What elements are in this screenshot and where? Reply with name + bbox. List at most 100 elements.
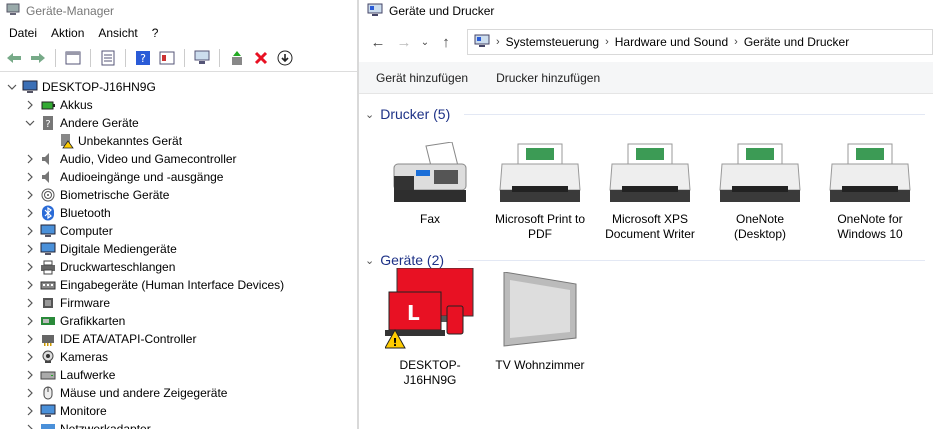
breadcrumb-hardware-sound[interactable]: Hardware und Sound <box>615 35 728 49</box>
tv-item[interactable]: TV Wohnzimmer <box>485 272 595 388</box>
tree-item[interactable]: DESKTOP-J16HN9G <box>0 78 358 96</box>
chevron-right-icon[interactable] <box>24 189 36 201</box>
back-arrow-icon[interactable] <box>4 48 24 68</box>
chevron-right-icon[interactable] <box>24 405 36 417</box>
chevron-right-icon[interactable]: › <box>734 36 738 48</box>
device-manager-window: Geräte-Manager Datei Aktion Ansicht ? ? … <box>0 0 358 429</box>
menu-datei[interactable]: Datei <box>2 26 44 40</box>
chip-icon <box>40 295 56 311</box>
printer-icon <box>705 126 815 204</box>
computer-item[interactable]: L! DESKTOP-J16HN9G <box>375 268 485 388</box>
toolbar-separator <box>55 48 56 67</box>
tree-item[interactable]: Eingabegeräte (Human Interface Devices) <box>0 276 358 294</box>
fingerprint-icon <box>40 187 56 203</box>
chevron-right-icon[interactable] <box>24 369 36 381</box>
unknown-device-icon: ? <box>40 115 56 131</box>
chevron-right-icon[interactable] <box>24 297 36 309</box>
breadcrumb-geraete-drucker[interactable]: Geräte und Drucker <box>744 35 849 49</box>
tree-item[interactable]: Computer <box>0 222 358 240</box>
network-icon <box>40 421 56 429</box>
camera-icon <box>40 349 56 365</box>
toolbar-separator <box>125 48 126 67</box>
chevron-right-icon[interactable]: › <box>605 36 609 48</box>
battery-icon <box>40 97 56 113</box>
svg-text:?: ? <box>45 119 50 130</box>
back-button[interactable]: ← <box>367 31 389 53</box>
chevron-down-icon[interactable] <box>6 81 18 93</box>
chevron-right-icon[interactable] <box>24 351 36 363</box>
tree-item-label: Laufwerke <box>60 368 116 382</box>
menu-help[interactable]: ? <box>145 26 166 40</box>
menu-ansicht[interactable]: Ansicht <box>91 26 144 40</box>
printer-item[interactable]: Microsoft XPS Document Writer <box>595 126 705 242</box>
scan-hardware-icon[interactable] <box>192 48 212 68</box>
download-circle-icon[interactable] <box>275 48 295 68</box>
uninstall-x-icon[interactable] <box>251 48 271 68</box>
tree-item[interactable]: Grafikkarten <box>0 312 358 330</box>
printer-label: Microsoft Print to PDF <box>494 212 586 241</box>
tree-item[interactable]: Audioeingänge und -ausgänge <box>0 168 358 186</box>
toolbar-separator <box>219 48 220 67</box>
tree-item[interactable]: Firmware <box>0 294 358 312</box>
device-manager-icon <box>6 3 20 20</box>
help-icon[interactable]: ? <box>133 48 153 68</box>
address-bar[interactable]: › Systemsteuerung › Hardware und Sound ›… <box>467 29 933 55</box>
tree-item[interactable]: ? Andere Geräte <box>0 114 358 132</box>
dm-toolbar: ? <box>0 44 358 72</box>
chevron-right-icon[interactable] <box>24 243 36 255</box>
tree-item[interactable]: Netzwerkadapter <box>0 420 358 429</box>
recent-locations-button[interactable]: ⌄ <box>419 31 431 53</box>
tree-item[interactable]: Monitore <box>0 402 358 420</box>
add-printer-button[interactable]: Drucker hinzufügen <box>489 71 607 85</box>
printer-icon <box>40 259 56 275</box>
svg-text:?: ? <box>140 52 146 65</box>
tree-item[interactable]: Unbekanntes Gerät <box>0 132 358 150</box>
forward-arrow-icon[interactable] <box>28 48 48 68</box>
tree-item-label: Andere Geräte <box>60 116 139 130</box>
tree-item[interactable]: Akkus <box>0 96 358 114</box>
printer-item[interactable]: Microsoft Print to PDF <box>485 126 595 242</box>
tree-item[interactable]: Audio, Video und Gamecontroller <box>0 150 358 168</box>
tree-item[interactable]: Biometrische Geräte <box>0 186 358 204</box>
tree-item-label: Unbekanntes Gerät <box>78 134 183 148</box>
tree-item[interactable]: Digitale Mediengeräte <box>0 240 358 258</box>
chevron-right-icon[interactable]: › <box>496 36 500 48</box>
chevron-right-icon[interactable] <box>24 99 36 111</box>
tree-item[interactable]: Druckwarteschlangen <box>0 258 358 276</box>
chevron-down-icon[interactable] <box>24 117 36 129</box>
tree-item[interactable]: Mäuse und andere Zeigegeräte <box>0 384 358 402</box>
add-device-button[interactable]: Gerät hinzufügen <box>369 71 475 85</box>
chevron-right-icon[interactable] <box>24 261 36 273</box>
printer-item[interactable]: OneNote for Windows 10 <box>815 126 925 242</box>
tree-item[interactable]: Kameras <box>0 348 358 366</box>
chevron-right-icon[interactable] <box>24 387 36 399</box>
update-driver-icon[interactable] <box>227 48 247 68</box>
chevron-right-icon[interactable] <box>24 225 36 237</box>
fax-item[interactable]: Fax <box>375 126 485 242</box>
group-divider <box>458 259 925 261</box>
tree-view-icon[interactable] <box>63 48 83 68</box>
tv-label: TV Wohnzimmer <box>495 358 585 372</box>
tree-item[interactable]: Laufwerke <box>0 366 358 384</box>
forward-button[interactable]: → <box>393 31 415 53</box>
chevron-right-icon[interactable] <box>24 315 36 327</box>
chevron-right-icon[interactable] <box>24 207 36 219</box>
navigation-bar: ← → ⌄ ↑ › Systemsteuerung › Hardware und… <box>359 22 933 62</box>
up-button[interactable]: ↑ <box>435 31 457 53</box>
tree-item[interactable]: Bluetooth <box>0 204 358 222</box>
view-details-icon[interactable] <box>157 48 177 68</box>
printer-item[interactable]: OneNote (Desktop) <box>705 126 815 242</box>
monitor-icon <box>40 241 56 257</box>
printers-group-header[interactable]: ⌄ Drucker (5) <box>359 102 933 126</box>
chevron-right-icon[interactable] <box>24 171 36 183</box>
tree-item[interactable]: IDE ATA/ATAPI-Controller <box>0 330 358 348</box>
chevron-right-icon[interactable] <box>24 333 36 345</box>
gd-title-bar: Geräte und Drucker <box>359 0 933 22</box>
chevron-right-icon[interactable] <box>24 423 36 429</box>
properties-icon[interactable] <box>98 48 118 68</box>
breadcrumb-systemsteuerung[interactable]: Systemsteuerung <box>506 35 599 49</box>
menu-aktion[interactable]: Aktion <box>44 26 91 40</box>
chevron-right-icon[interactable] <box>24 153 36 165</box>
chevron-down-icon: ⌄ <box>420 36 430 48</box>
chevron-right-icon[interactable] <box>24 279 36 291</box>
